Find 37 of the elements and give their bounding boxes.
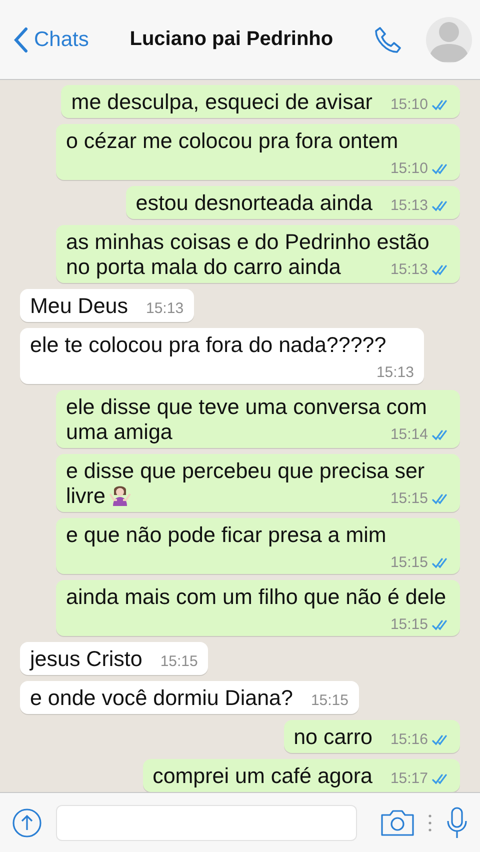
- sent-message: no carro 15:16: [284, 720, 460, 753]
- message-time: 15:13: [376, 365, 414, 381]
- sent-message: ele disse que teve uma conversa com uma amiga 15:14: [56, 390, 460, 448]
- message-time: 15:16: [390, 732, 428, 748]
- message-time: 15:14: [390, 427, 428, 443]
- upload-icon[interactable]: [12, 808, 42, 838]
- message-time: 15:13: [390, 198, 428, 214]
- message-time: 15:15: [390, 491, 428, 507]
- chat-title: Luciano pai Pedrinho: [128, 28, 334, 51]
- sent-message: estou desnorteada ainda 15:13: [126, 186, 460, 219]
- message-time: 15:13: [390, 262, 428, 278]
- received-message: ele te colocou pra fora do nada????? 15:13: [20, 328, 424, 384]
- camera-icon[interactable]: [381, 809, 414, 836]
- sent-message: ainda mais com um filho que não é dele 15:15: [56, 580, 460, 636]
- more-icon[interactable]: [428, 814, 432, 832]
- sent-message: as minhas coisas e do Pedrinho estão no porta mala do carro ainda 15:13: [56, 225, 460, 283]
- message-time: 15:15: [310, 693, 348, 709]
- message-time: 15:15: [390, 617, 428, 633]
- received-message: Meu Deus 15:13: [20, 289, 194, 322]
- sent-message: e disse que percebeu que precisa ser livre 15:15: [56, 454, 460, 512]
- microphone-icon[interactable]: [446, 806, 468, 838]
- chevron-left-icon: [14, 26, 28, 52]
- message-input[interactable]: [56, 804, 357, 840]
- sent-message: comprei um café agora 15:17: [142, 759, 460, 792]
- sent-message: me desculpa, esqueci de avisar 15:10: [61, 85, 460, 118]
- message-time: 15:10: [390, 161, 428, 177]
- sent-message: o cézar me colocou pra fora ontem 15:10: [56, 124, 460, 180]
- message-time: 15:10: [390, 97, 428, 113]
- phone-icon[interactable]: [374, 26, 402, 54]
- message-time: 15:17: [390, 771, 428, 787]
- message-time: 15:15: [390, 555, 428, 571]
- back-button[interactable]: Chats: [14, 26, 89, 52]
- message-time: 15:13: [146, 301, 184, 317]
- received-message: jesus Cristo 15:15: [20, 642, 208, 675]
- received-message: e onde você dormiu Diana? 15:15: [20, 681, 358, 714]
- sent-message: e que não pode ficar presa a mim 15:15: [56, 518, 460, 574]
- message-time: 15:15: [160, 654, 198, 670]
